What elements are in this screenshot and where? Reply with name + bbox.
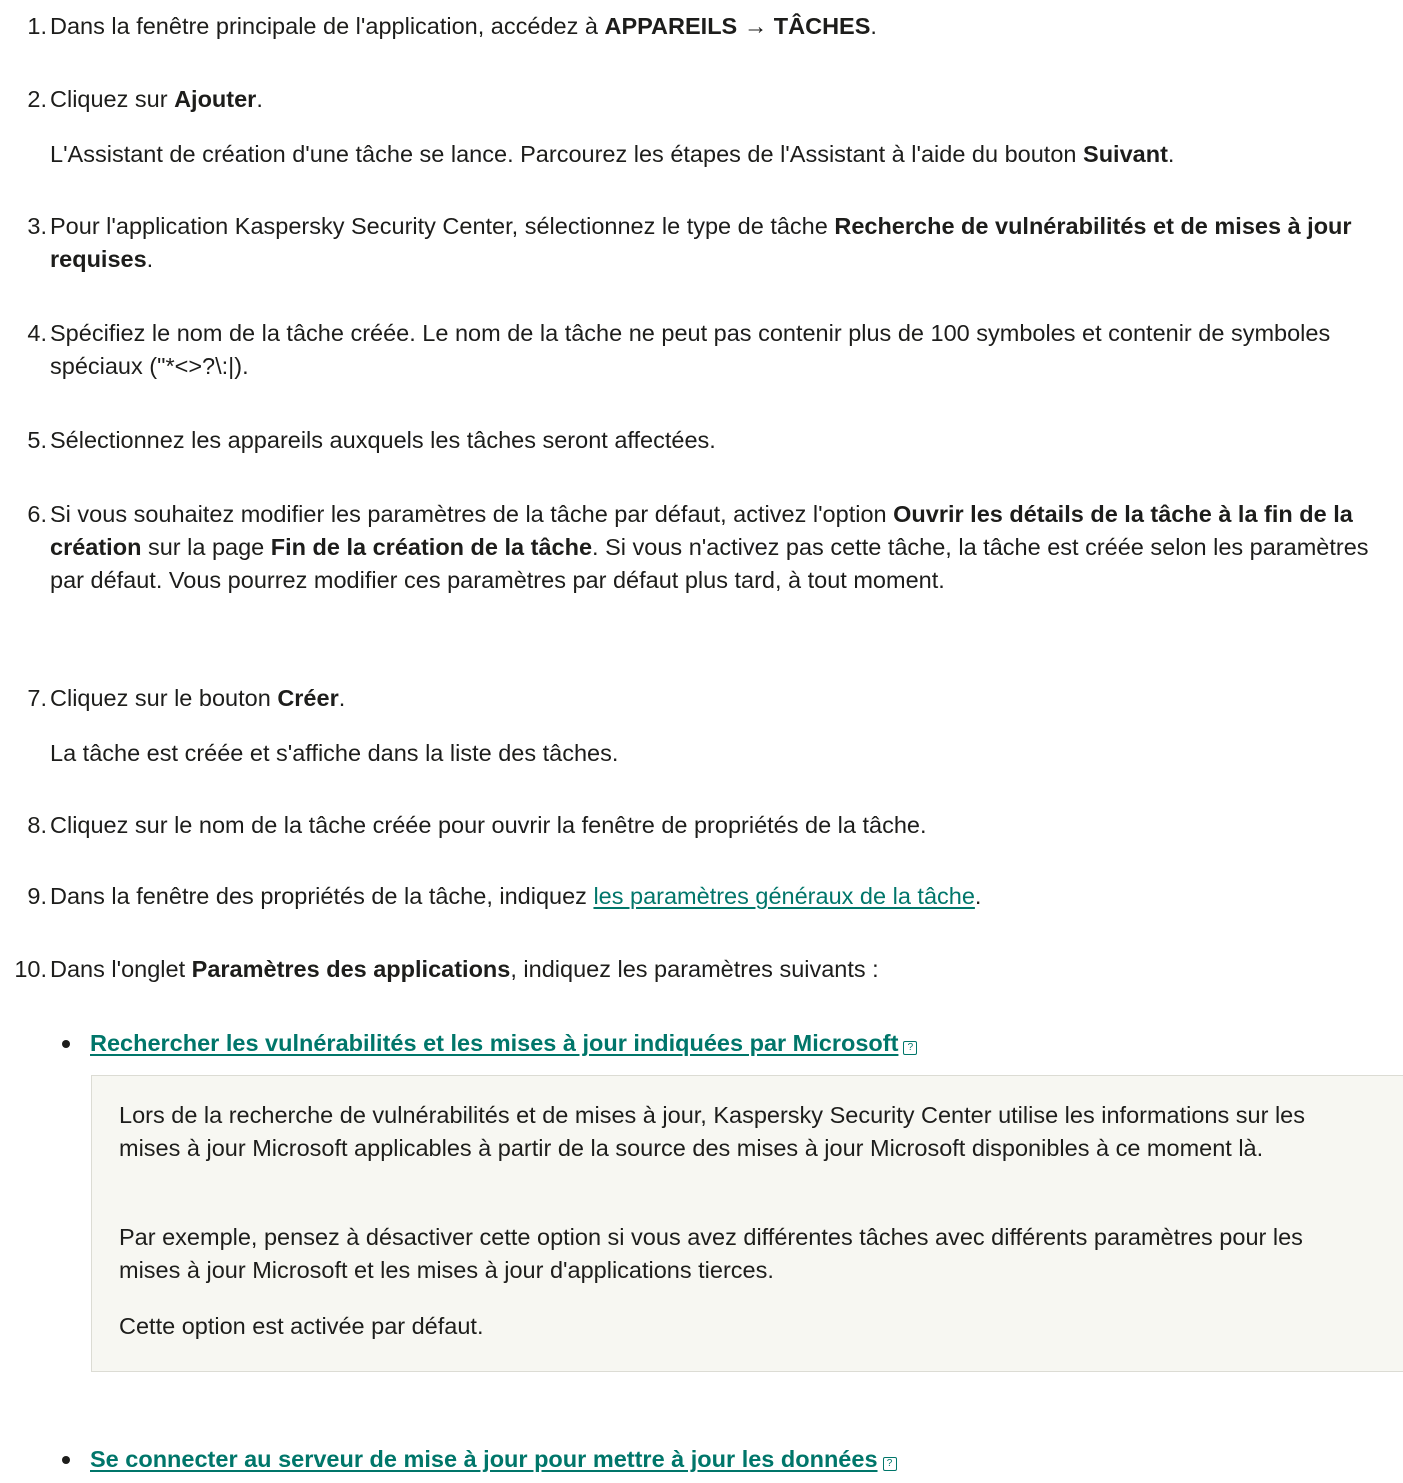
bullet-icon: [62, 1456, 70, 1464]
page-label: Fin de la création de la tâche: [270, 534, 593, 560]
step-number: 7.: [27, 685, 47, 711]
step-number: 8.: [27, 812, 47, 838]
step-number: 3.: [27, 213, 47, 239]
details-paragraph: Par exemple, pensez à désactiver cette o…: [119, 1224, 1303, 1283]
step-text: Cliquez sur le bouton Créer.: [50, 685, 346, 711]
step-number: 9.: [27, 883, 47, 909]
tab-label: Paramètres des applications: [191, 956, 511, 982]
option-details-panel: Lors de la recherche de vulnérabilités e…: [91, 1075, 1403, 1372]
option-toggle-link[interactable]: Rechercher les vulnérabilités et les mis…: [90, 1027, 918, 1060]
step-note: L'Assistant de création d'une tâche se l…: [50, 141, 1175, 167]
step-number: 1.: [27, 13, 47, 39]
details-paragraph: Cette option est activée par défaut.: [119, 1313, 484, 1339]
step-text: Dans la fenêtre principale de l'applicat…: [50, 13, 877, 39]
step-text: Dans la fenêtre des propriétés de la tâc…: [50, 883, 982, 909]
help-icon: ?: [882, 1457, 897, 1471]
step-text: Sélectionnez les appareils auxquels les …: [50, 427, 716, 453]
step-number: 10.: [14, 956, 47, 982]
step-note: La tâche est créée et s'affiche dans la …: [50, 740, 619, 766]
bullet-icon: [62, 1040, 70, 1048]
nav-path: APPAREILS → TÂCHES: [604, 13, 871, 39]
step-text: Cliquez sur Ajouter.: [50, 86, 263, 112]
details-paragraph: Lors de la recherche de vulnérabilités e…: [119, 1102, 1305, 1161]
next-button-label: Suivant: [1083, 141, 1168, 167]
step-number: 2.: [27, 86, 47, 112]
step-number: 5.: [27, 427, 47, 453]
step-number: 6.: [27, 501, 47, 527]
step-text: Si vous souhaitez modifier les paramètre…: [50, 501, 1369, 593]
option-toggle-link[interactable]: Se connecter au serveur de mise à jour p…: [90, 1443, 897, 1476]
step-text: Cliquez sur le nom de la tâche créée pou…: [50, 812, 927, 838]
step-number: 4.: [27, 320, 47, 346]
help-icon: ?: [903, 1041, 918, 1055]
add-button-label: Ajouter: [174, 86, 257, 112]
step-text: Spécifiez le nom de la tâche créée. Le n…: [50, 320, 1331, 379]
create-button-label: Créer: [277, 685, 339, 711]
step-text: Dans l'onglet Paramètres des application…: [50, 956, 879, 982]
step-text: Pour l'application Kaspersky Security Ce…: [50, 213, 1352, 272]
general-settings-link[interactable]: les paramètres généraux de la tâche: [593, 883, 974, 909]
